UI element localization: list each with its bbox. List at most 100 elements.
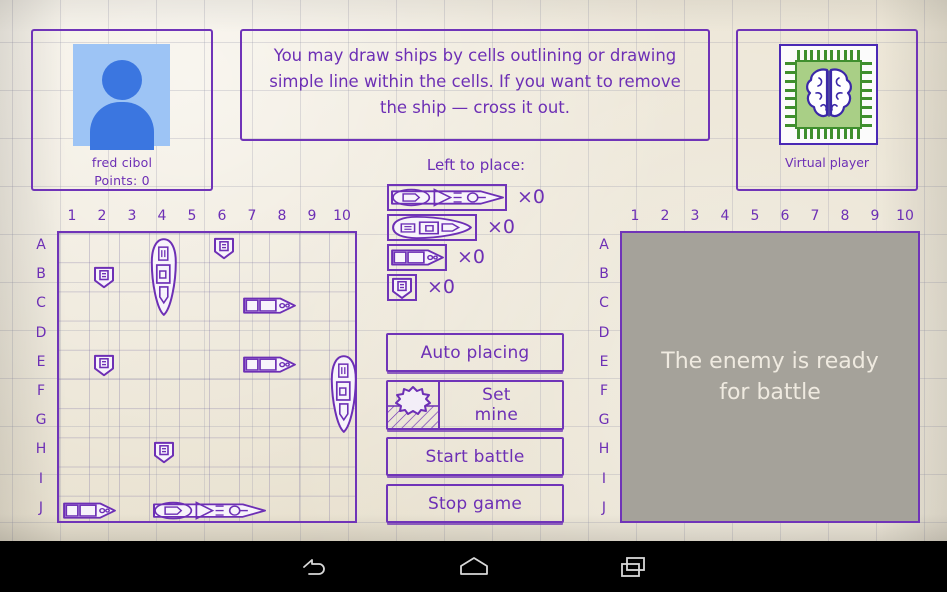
start-battle-label: Start battle (425, 446, 525, 467)
player-board-grid[interactable] (57, 231, 357, 523)
mine-icon (388, 382, 440, 428)
ship-counter-destroyer-2[interactable]: ×0 (387, 244, 557, 273)
auto-placing-label: Auto placing (420, 342, 530, 363)
game-screen: fred cibol Points: 0 You may draw ships … (0, 0, 947, 592)
ship-counter-submarine-1[interactable]: ×0 (387, 274, 557, 303)
enemy-board-col-label-8: 8 (840, 208, 850, 224)
android-navigation-bar (0, 541, 947, 592)
set-mine-label-line2: mine (474, 405, 518, 425)
ship-sub-h4[interactable] (151, 440, 177, 464)
ship-cruiser-a4[interactable] (151, 234, 177, 320)
left-to-place-list: ×0 ×0 ×0 ×0 (387, 184, 557, 304)
player-board-col-label-4: 4 (157, 208, 167, 224)
left-to-place-title: Left to place: (426, 156, 526, 174)
ship-count-submarine-1: ×0 (427, 276, 456, 298)
enemy-board-col-label-3: 3 (690, 208, 700, 224)
home-icon[interactable] (414, 541, 534, 592)
player-board-row-label-A: A (36, 237, 46, 253)
enemy-board-col-label-4: 4 (720, 208, 730, 224)
enemy-board-col-label-2: 2 (660, 208, 670, 224)
player-board-col-label-8: 8 (277, 208, 287, 224)
enemy-board-col-label-9: 9 (870, 208, 880, 224)
enemy-status-overlay: The enemy is ready for battle (622, 233, 918, 521)
cpu-brain-icon (779, 44, 878, 145)
ship-destroyer-e7[interactable] (241, 353, 297, 376)
opponent-name: Virtual player (784, 155, 870, 170)
player-board-row-label-C: C (36, 295, 46, 312)
enemy-board-row-label-F: F (599, 383, 609, 399)
set-mine-button[interactable]: Set mine (386, 380, 564, 430)
brain-icon (803, 66, 855, 124)
player-board-col-label-7: 7 (247, 208, 257, 224)
ship-battleship-j4[interactable] (151, 499, 267, 522)
ship-sub-a6[interactable] (211, 236, 237, 260)
hint-text: You may draw ships by cells outlining or… (269, 46, 681, 117)
enemy-status-text: The enemy is ready for battle (661, 349, 879, 405)
player-board-row-label-E: E (36, 353, 46, 370)
avatar-body (89, 102, 154, 150)
ship-destroyer-j1[interactable] (61, 499, 117, 522)
set-mine-label: Set mine (475, 385, 518, 425)
opponent-card: Virtual player (736, 29, 918, 191)
enemy-board-row-label-D: D (598, 324, 610, 341)
person-avatar-icon (73, 44, 170, 150)
stop-game-label: Stop game (427, 493, 523, 514)
ship-count-destroyer-2: ×0 (457, 246, 486, 268)
enemy-board[interactable]: 1 2 3 4 5 6 7 8 9 10 ABCDEFGHIJ The enemy is read… (590, 207, 924, 527)
player-board-row-label-B: B (36, 266, 46, 283)
back-icon[interactable] (254, 541, 374, 592)
avatar-head (101, 60, 142, 100)
player-board-row-label-H: H (35, 441, 47, 458)
chip-pins-bottom (797, 129, 860, 139)
player-card: fred cibol Points: 0 (31, 29, 213, 191)
enemy-board-row-label-G: G (598, 412, 610, 429)
player-board-row-label-I: I (38, 470, 44, 487)
ship-icon-destroyer-2 (387, 244, 447, 271)
ship-counter-cruiser-3[interactable]: ×0 (387, 214, 557, 243)
ship-count-cruiser-3: ×0 (487, 216, 516, 238)
enemy-board-row-label-H: H (598, 441, 610, 458)
player-board-col-label-5: 5 (187, 208, 197, 224)
chip-pins-top (797, 50, 860, 60)
player-board-row-label-G: G (35, 412, 47, 429)
enemy-board-col-label-6: 6 (780, 208, 790, 224)
hint-box: You may draw ships by cells outlining or… (240, 29, 710, 141)
chip-pins-right (862, 62, 872, 127)
player-name: fred cibol (91, 155, 153, 170)
player-board-row-label-F: F (36, 383, 46, 399)
player-board-col-label-6: 6 (217, 208, 227, 224)
ship-counter-battleship-4[interactable]: ×0 (387, 184, 557, 213)
enemy-board-row-label-E: E (599, 353, 609, 370)
ship-icon-submarine-1 (387, 274, 417, 301)
set-mine-label-line1: Set (482, 385, 511, 405)
player-board-row-label-D: D (35, 324, 47, 341)
start-battle-button[interactable]: Start battle (386, 437, 564, 476)
stop-game-button[interactable]: Stop game (386, 484, 564, 523)
player-fleet (59, 233, 357, 522)
enemy-board-row-label-I: I (601, 470, 607, 487)
player-board[interactable]: 1 2 3 4 5 6 7 8 9 10 ABCDEFGHIJ (27, 207, 361, 527)
enemy-board-row-label-J: J (601, 499, 607, 516)
enemy-board-row-label-B: B (599, 266, 609, 283)
player-board-row-label-J: J (38, 499, 44, 516)
enemy-board-col-label-5: 5 (750, 208, 760, 224)
enemy-board-grid[interactable]: The enemy is ready for battle (620, 231, 920, 523)
recents-icon[interactable] (574, 541, 694, 592)
ship-icon-cruiser-3 (387, 214, 477, 241)
enemy-board-col-label-10: 10 (896, 208, 914, 224)
chip-pins-left (785, 62, 795, 127)
player-board-col-label-3: 3 (127, 208, 137, 224)
auto-placing-button[interactable]: Auto placing (386, 333, 564, 372)
player-board-col-label-9: 9 (307, 208, 317, 224)
ship-sub-b2[interactable] (91, 265, 117, 289)
enemy-board-col-label-1: 1 (630, 208, 640, 224)
player-board-col-label-1: 1 (67, 208, 77, 224)
enemy-board-row-label-A: A (599, 237, 609, 253)
ship-icon-battleship-4 (387, 184, 507, 211)
ship-sub-e2[interactable] (91, 353, 117, 376)
ship-count-battleship-4: ×0 (517, 186, 546, 208)
player-board-col-label-10: 10 (333, 208, 351, 224)
ship-destroyer-c7[interactable] (241, 294, 297, 317)
ship-cruiser-e10[interactable] (331, 351, 357, 437)
enemy-board-row-label-C: C (599, 295, 609, 312)
